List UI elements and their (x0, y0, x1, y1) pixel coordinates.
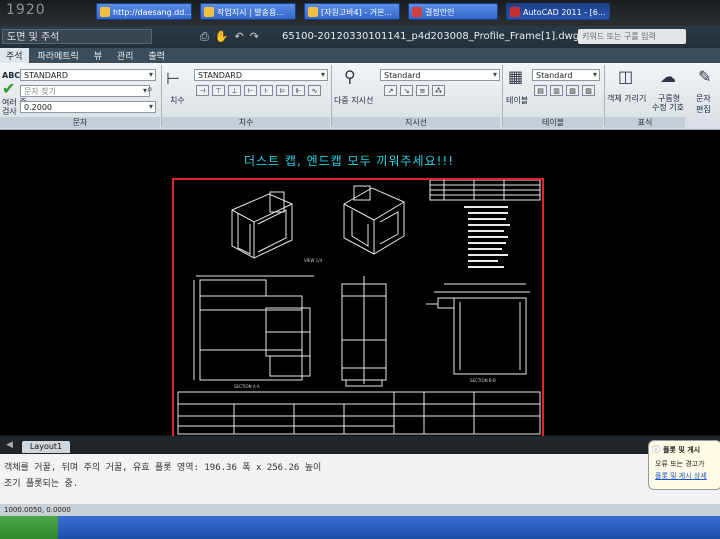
ribbon: ABC ✔ 여러 줄 검사 STANDARD 문자 찾기 ⌕ 0.2000 문자… (0, 63, 720, 130)
balloon-title: 플롯 및 게시 (663, 446, 701, 454)
leader-remove-icon[interactable]: ↘ (400, 85, 413, 96)
taskbar-item-browser[interactable]: http://daesang.dd... (96, 3, 192, 20)
view-label-section-a: SECTION A-A (234, 384, 260, 389)
table-icon[interactable]: ▦ (508, 67, 523, 86)
taskbar-item-app[interactable]: 결정안인 (408, 3, 498, 20)
dimension-label[interactable]: 치수 (170, 95, 185, 106)
dim-tool-5-icon[interactable]: ⊦ (260, 85, 273, 96)
leader-style-select[interactable]: Standard (380, 69, 500, 81)
dim-tool-6-icon[interactable]: ⊨ (276, 85, 289, 96)
taskbar-item-document[interactable]: [자원고바4] - 거본... (304, 3, 400, 20)
multileader-label[interactable]: 다중 지시선 (334, 95, 373, 106)
front-view (193, 275, 314, 381)
ribbon-tabs: 주석 파라메트릭 뷰 관리 출력 (0, 48, 720, 63)
text-edit-label[interactable]: 문자 편집 (696, 93, 720, 115)
view-label-section-b: SECTION B-B (470, 378, 496, 383)
dim-style-select[interactable]: STANDARD (194, 69, 328, 81)
start-button[interactable] (0, 516, 58, 539)
windows-taskbar (0, 516, 720, 539)
check-icon[interactable]: ✔ (2, 79, 15, 98)
print-icon[interactable]: ⎙ (200, 30, 215, 43)
table-tool-4-icon[interactable]: ▨ (582, 85, 595, 96)
notes-block (464, 206, 510, 268)
tab-parametric[interactable]: 파라메트릭 (31, 48, 84, 63)
title-bar: 도면 및 주석 ⎙✋↶↷ 65100-20120330101141_p4d203… (0, 26, 720, 48)
dim-tool-7-icon[interactable]: ⊩ (292, 85, 305, 96)
leader-add-icon[interactable]: ↗ (384, 85, 397, 96)
find-text-input[interactable]: 문자 찾기 (20, 85, 150, 97)
panel-label-tables[interactable]: 테이블 (503, 117, 603, 128)
find-icon[interactable]: ⌕ (147, 84, 153, 95)
tab-view[interactable]: 뷰 (88, 48, 108, 63)
layout-scroll-left-icon[interactable]: ◀ (6, 440, 13, 450)
side-view (341, 276, 387, 387)
document-title: 65100-20120330101141_p4d203008_Profile_F… (282, 31, 580, 42)
table-tool-3-icon[interactable]: ▧ (566, 85, 579, 96)
dim-tool-3-icon[interactable]: ⊥ (228, 85, 241, 96)
status-bar: 1000.0050, 0.0000 (0, 504, 720, 516)
view-label-iso: VIEW 1/4 (304, 258, 323, 263)
table-label[interactable]: 테이블 (506, 95, 528, 106)
revcloud-label-2[interactable]: 수정 기호 (652, 102, 684, 113)
iso-frame-left (231, 191, 293, 259)
dim-tool-1-icon[interactable]: ⊣ (196, 85, 209, 96)
dim-tool-2-icon[interactable]: ⊤ (212, 85, 225, 96)
tab-layout1[interactable]: Layout1 (22, 441, 70, 453)
pan-icon[interactable]: ✋ (215, 30, 235, 43)
monitor-brand: 1920 (6, 2, 46, 18)
iso-frame-right (343, 185, 405, 255)
table-tool-2-icon[interactable]: ▥ (550, 85, 563, 96)
revcloud-icon[interactable]: ☁ (660, 67, 676, 86)
app-icon (412, 7, 422, 17)
text-style-select[interactable]: STANDARD (20, 69, 156, 81)
command-history-line-1: 객체를 거꿀, 뒤며 주의 거꿀, 유효 플롯 영역: 196.36 폭 x 2… (4, 463, 322, 473)
command-history-line-2: 조기 플롯되는 중. (4, 479, 79, 489)
panel-label-text[interactable]: 문자 (0, 117, 160, 128)
drawing-banner-text: 더스트 캡, 엔드캡 모두 끼워주세요!!! (244, 154, 455, 168)
balloon-details-link[interactable]: 플롯 및 게시 상세 (655, 471, 707, 481)
multileader-icon[interactable]: ⚲ (344, 67, 356, 86)
text-edit-icon[interactable]: ✎ (698, 67, 711, 86)
wipeout-icon[interactable]: ◫ (618, 67, 633, 86)
info-icon: ⓘ (652, 445, 660, 454)
revision-table (429, 179, 541, 201)
text-height-select[interactable]: 0.2000 (20, 101, 156, 113)
plot-notification-balloon[interactable]: 플롯 및 게시 ⓘ 오류 또는 경고가 플롯 및 게시 상세 (648, 440, 720, 490)
dim-tool-8-icon[interactable]: ∿ (308, 85, 321, 96)
quick-access-toolbar[interactable]: ⎙✋↶↷ (200, 30, 265, 44)
spell-check-label[interactable]: 검사 (2, 106, 17, 117)
tab-output[interactable]: 출력 (142, 48, 171, 63)
taskbar-item-autocad[interactable]: AutoCAD 2011 - [6... (506, 3, 610, 20)
table-tool-1-icon[interactable]: ▤ (534, 85, 547, 96)
leader-align-icon[interactable]: ≡ (416, 85, 429, 96)
document-icon (308, 7, 318, 17)
coordinates-readout: 1000.0050, 0.0000 (4, 506, 71, 514)
drawing-content: VIEW 1/4 SECTION A-A SECTION B-B (177, 179, 541, 435)
balloon-line-1: 오류 또는 경고가 (655, 460, 705, 468)
search-input[interactable]: 키워드 또는 구를 입력 (578, 29, 686, 44)
folder-icon (204, 7, 214, 17)
section-view (426, 283, 530, 375)
command-line[interactable]: 객체를 거꿀, 뒤며 주의 거꿀, 유효 플롯 영역: 196.36 폭 x 2… (0, 454, 720, 504)
dim-tool-4-icon[interactable]: ⊢ (244, 85, 257, 96)
drawing-sheet[interactable]: VIEW 1/4 SECTION A-A SECTION B-B (172, 178, 544, 438)
browser-icon (100, 7, 110, 17)
panel-label-markup[interactable]: 표식 (605, 117, 685, 128)
dimension-icon[interactable]: ⊢ (166, 69, 180, 88)
leader-collect-icon[interactable]: ⁂ (432, 85, 445, 96)
layout-tab-bar (0, 436, 720, 454)
tab-manage[interactable]: 관리 (111, 48, 140, 63)
title-block (177, 391, 541, 435)
workspace-dropdown[interactable]: 도면 및 주석 (2, 29, 152, 44)
tab-annotate[interactable]: 주석 (0, 48, 29, 63)
redo-icon[interactable]: ↷ (250, 30, 265, 43)
panel-label-leaders[interactable]: 지시선 (332, 117, 500, 128)
wipeout-label[interactable]: 객체 가리기 (607, 93, 646, 104)
undo-icon[interactable]: ↶ (235, 30, 250, 43)
table-style-select[interactable]: Standard (532, 69, 600, 81)
taskbar-item-folder[interactable]: 작업지시 | 발송용... (200, 3, 296, 20)
autocad-icon (510, 7, 520, 17)
panel-label-dimensions[interactable]: 치수 (162, 117, 330, 128)
